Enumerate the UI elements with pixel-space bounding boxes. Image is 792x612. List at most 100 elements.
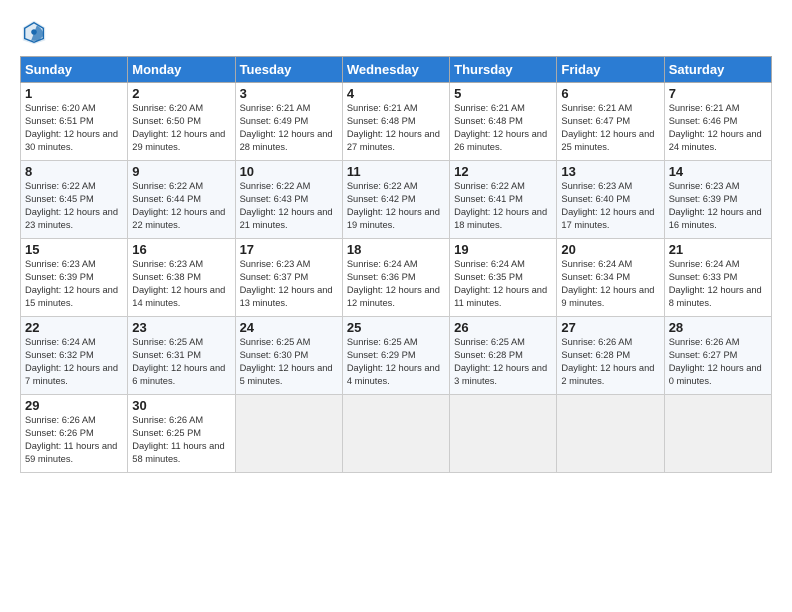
calendar-week-row: 8Sunrise: 6:22 AMSunset: 6:45 PMDaylight…: [21, 161, 772, 239]
day-info: Sunrise: 6:25 AMSunset: 6:29 PMDaylight:…: [347, 336, 445, 388]
day-info: Sunrise: 6:21 AMSunset: 6:48 PMDaylight:…: [347, 102, 445, 154]
weekday-header: Saturday: [664, 57, 771, 83]
day-number: 5: [454, 86, 552, 101]
calendar-cell: 28Sunrise: 6:26 AMSunset: 6:27 PMDayligh…: [664, 317, 771, 395]
calendar-cell: 1Sunrise: 6:20 AMSunset: 6:51 PMDaylight…: [21, 83, 128, 161]
day-number: 20: [561, 242, 659, 257]
day-number: 14: [669, 164, 767, 179]
day-info: Sunrise: 6:21 AMSunset: 6:46 PMDaylight:…: [669, 102, 767, 154]
day-info: Sunrise: 6:25 AMSunset: 6:28 PMDaylight:…: [454, 336, 552, 388]
day-info: Sunrise: 6:23 AMSunset: 6:38 PMDaylight:…: [132, 258, 230, 310]
calendar-cell: 12Sunrise: 6:22 AMSunset: 6:41 PMDayligh…: [450, 161, 557, 239]
day-info: Sunrise: 6:22 AMSunset: 6:44 PMDaylight:…: [132, 180, 230, 232]
day-info: Sunrise: 6:21 AMSunset: 6:49 PMDaylight:…: [240, 102, 338, 154]
day-info: Sunrise: 6:26 AMSunset: 6:27 PMDaylight:…: [669, 336, 767, 388]
day-number: 3: [240, 86, 338, 101]
calendar-cell: 16Sunrise: 6:23 AMSunset: 6:38 PMDayligh…: [128, 239, 235, 317]
weekday-header: Monday: [128, 57, 235, 83]
day-number: 30: [132, 398, 230, 413]
day-number: 25: [347, 320, 445, 335]
day-info: Sunrise: 6:24 AMSunset: 6:32 PMDaylight:…: [25, 336, 123, 388]
day-info: Sunrise: 6:26 AMSunset: 6:28 PMDaylight:…: [561, 336, 659, 388]
day-info: Sunrise: 6:22 AMSunset: 6:45 PMDaylight:…: [25, 180, 123, 232]
calendar-cell: 22Sunrise: 6:24 AMSunset: 6:32 PMDayligh…: [21, 317, 128, 395]
day-number: 8: [25, 164, 123, 179]
calendar-cell: 21Sunrise: 6:24 AMSunset: 6:33 PMDayligh…: [664, 239, 771, 317]
day-info: Sunrise: 6:26 AMSunset: 6:25 PMDaylight:…: [132, 414, 230, 466]
day-info: Sunrise: 6:23 AMSunset: 6:39 PMDaylight:…: [25, 258, 123, 310]
calendar-cell: 23Sunrise: 6:25 AMSunset: 6:31 PMDayligh…: [128, 317, 235, 395]
calendar-cell: 6Sunrise: 6:21 AMSunset: 6:47 PMDaylight…: [557, 83, 664, 161]
calendar-cell: 5Sunrise: 6:21 AMSunset: 6:48 PMDaylight…: [450, 83, 557, 161]
calendar-cell: [235, 395, 342, 473]
day-info: Sunrise: 6:22 AMSunset: 6:42 PMDaylight:…: [347, 180, 445, 232]
day-number: 24: [240, 320, 338, 335]
day-number: 22: [25, 320, 123, 335]
calendar-cell: 26Sunrise: 6:25 AMSunset: 6:28 PMDayligh…: [450, 317, 557, 395]
day-info: Sunrise: 6:21 AMSunset: 6:47 PMDaylight:…: [561, 102, 659, 154]
calendar-cell: 30Sunrise: 6:26 AMSunset: 6:25 PMDayligh…: [128, 395, 235, 473]
day-number: 16: [132, 242, 230, 257]
day-info: Sunrise: 6:22 AMSunset: 6:43 PMDaylight:…: [240, 180, 338, 232]
calendar-cell: 20Sunrise: 6:24 AMSunset: 6:34 PMDayligh…: [557, 239, 664, 317]
day-number: 27: [561, 320, 659, 335]
calendar-week-row: 15Sunrise: 6:23 AMSunset: 6:39 PMDayligh…: [21, 239, 772, 317]
header: [20, 18, 772, 46]
day-info: Sunrise: 6:22 AMSunset: 6:41 PMDaylight:…: [454, 180, 552, 232]
weekday-header: Wednesday: [342, 57, 449, 83]
day-info: Sunrise: 6:23 AMSunset: 6:37 PMDaylight:…: [240, 258, 338, 310]
day-number: 18: [347, 242, 445, 257]
calendar-week-row: 29Sunrise: 6:26 AMSunset: 6:26 PMDayligh…: [21, 395, 772, 473]
calendar-week-row: 22Sunrise: 6:24 AMSunset: 6:32 PMDayligh…: [21, 317, 772, 395]
day-number: 21: [669, 242, 767, 257]
day-number: 15: [25, 242, 123, 257]
weekday-header: Sunday: [21, 57, 128, 83]
calendar-cell: 2Sunrise: 6:20 AMSunset: 6:50 PMDaylight…: [128, 83, 235, 161]
calendar-cell: [342, 395, 449, 473]
day-number: 10: [240, 164, 338, 179]
calendar-cell: 15Sunrise: 6:23 AMSunset: 6:39 PMDayligh…: [21, 239, 128, 317]
calendar-cell: 7Sunrise: 6:21 AMSunset: 6:46 PMDaylight…: [664, 83, 771, 161]
weekday-header: Thursday: [450, 57, 557, 83]
day-number: 7: [669, 86, 767, 101]
day-number: 4: [347, 86, 445, 101]
day-number: 12: [454, 164, 552, 179]
day-number: 13: [561, 164, 659, 179]
day-number: 26: [454, 320, 552, 335]
calendar-cell: 10Sunrise: 6:22 AMSunset: 6:43 PMDayligh…: [235, 161, 342, 239]
calendar-cell: [664, 395, 771, 473]
day-number: 17: [240, 242, 338, 257]
day-info: Sunrise: 6:20 AMSunset: 6:50 PMDaylight:…: [132, 102, 230, 154]
day-number: 28: [669, 320, 767, 335]
calendar-cell: 8Sunrise: 6:22 AMSunset: 6:45 PMDaylight…: [21, 161, 128, 239]
calendar-cell: 27Sunrise: 6:26 AMSunset: 6:28 PMDayligh…: [557, 317, 664, 395]
calendar-table: SundayMondayTuesdayWednesdayThursdayFrid…: [20, 56, 772, 473]
page: SundayMondayTuesdayWednesdayThursdayFrid…: [0, 0, 792, 612]
day-number: 29: [25, 398, 123, 413]
calendar-cell: 9Sunrise: 6:22 AMSunset: 6:44 PMDaylight…: [128, 161, 235, 239]
day-info: Sunrise: 6:23 AMSunset: 6:39 PMDaylight:…: [669, 180, 767, 232]
calendar-cell: [450, 395, 557, 473]
logo: [20, 18, 52, 46]
day-number: 6: [561, 86, 659, 101]
day-number: 11: [347, 164, 445, 179]
day-number: 19: [454, 242, 552, 257]
day-info: Sunrise: 6:24 AMSunset: 6:33 PMDaylight:…: [669, 258, 767, 310]
day-number: 9: [132, 164, 230, 179]
calendar-cell: 11Sunrise: 6:22 AMSunset: 6:42 PMDayligh…: [342, 161, 449, 239]
day-number: 23: [132, 320, 230, 335]
calendar-cell: 3Sunrise: 6:21 AMSunset: 6:49 PMDaylight…: [235, 83, 342, 161]
calendar-cell: 4Sunrise: 6:21 AMSunset: 6:48 PMDaylight…: [342, 83, 449, 161]
day-info: Sunrise: 6:24 AMSunset: 6:34 PMDaylight:…: [561, 258, 659, 310]
calendar-cell: 25Sunrise: 6:25 AMSunset: 6:29 PMDayligh…: [342, 317, 449, 395]
calendar-cell: 13Sunrise: 6:23 AMSunset: 6:40 PMDayligh…: [557, 161, 664, 239]
calendar-cell: 18Sunrise: 6:24 AMSunset: 6:36 PMDayligh…: [342, 239, 449, 317]
calendar-cell: 29Sunrise: 6:26 AMSunset: 6:26 PMDayligh…: [21, 395, 128, 473]
day-info: Sunrise: 6:20 AMSunset: 6:51 PMDaylight:…: [25, 102, 123, 154]
day-info: Sunrise: 6:25 AMSunset: 6:30 PMDaylight:…: [240, 336, 338, 388]
calendar-cell: 17Sunrise: 6:23 AMSunset: 6:37 PMDayligh…: [235, 239, 342, 317]
day-info: Sunrise: 6:24 AMSunset: 6:36 PMDaylight:…: [347, 258, 445, 310]
day-info: Sunrise: 6:25 AMSunset: 6:31 PMDaylight:…: [132, 336, 230, 388]
day-info: Sunrise: 6:23 AMSunset: 6:40 PMDaylight:…: [561, 180, 659, 232]
day-info: Sunrise: 6:26 AMSunset: 6:26 PMDaylight:…: [25, 414, 123, 466]
